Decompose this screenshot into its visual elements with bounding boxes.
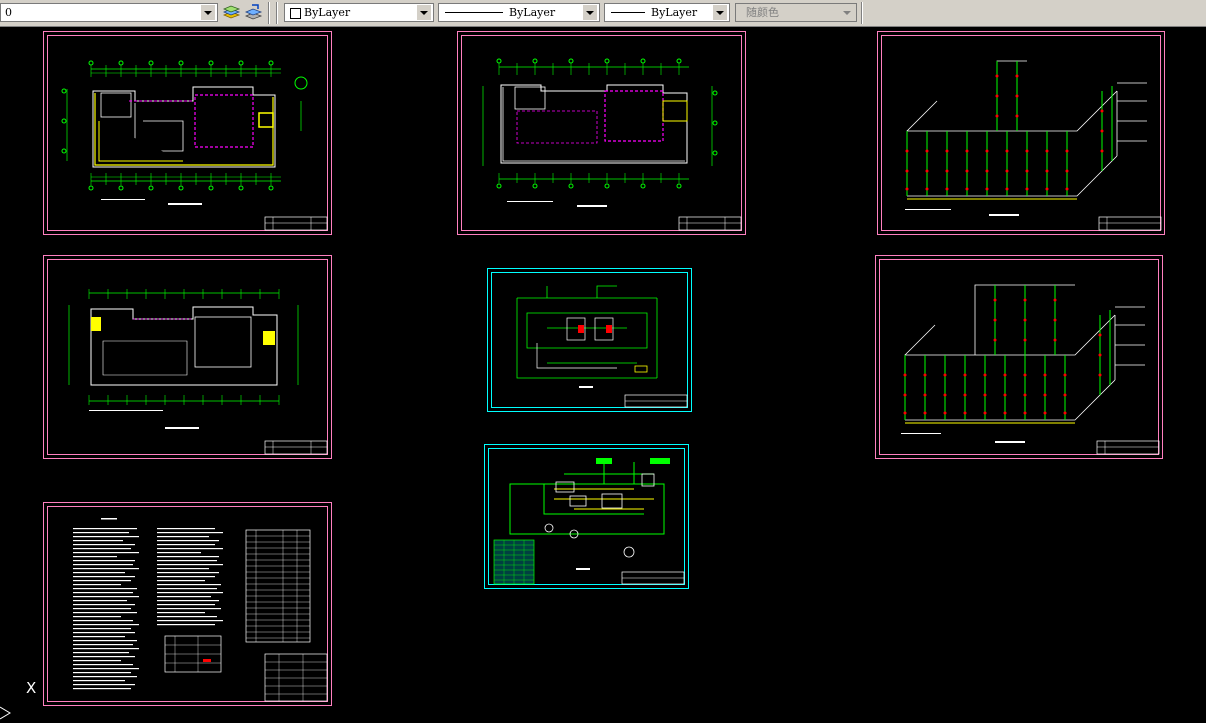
properties-toolbar: 0 ByLayer ByLayer ByLayer 随颜色 xyxy=(0,0,1206,27)
drawing-sheet-isometric-2[interactable] xyxy=(875,255,1163,459)
color-swatch-icon xyxy=(290,8,301,19)
drawing-sheet-schematic-2[interactable] xyxy=(484,444,689,589)
layer-dropdown[interactable]: 0 xyxy=(0,3,218,22)
chevron-down-icon xyxy=(840,5,854,20)
drawing-sheet-floor-plan-2[interactable] xyxy=(457,31,746,235)
layer-manager-icon[interactable] xyxy=(222,3,241,22)
chevron-down-icon[interactable] xyxy=(583,5,597,20)
drawing-sheet-design-notes[interactable] xyxy=(43,502,332,706)
lineweight-preview xyxy=(611,12,645,13)
lineweight-dropdown[interactable]: ByLayer xyxy=(604,3,730,22)
chevron-down-icon[interactable] xyxy=(417,5,431,20)
drawing-canvas[interactable]: X xyxy=(0,27,1206,720)
toolbar-separator xyxy=(268,2,270,24)
linetype-preview xyxy=(445,12,503,13)
layer-dropdown-value: 0 xyxy=(5,6,12,19)
drawing-sheet-schematic-1[interactable] xyxy=(487,268,692,412)
chevron-down-icon[interactable] xyxy=(713,5,727,20)
chevron-down-icon[interactable] xyxy=(201,5,215,20)
plotstyle-dropdown: 随颜色 xyxy=(735,3,857,22)
linetype-dropdown-value: ByLayer xyxy=(509,6,556,19)
layer-previous-icon[interactable] xyxy=(244,3,263,22)
plotstyle-dropdown-value: 随颜色 xyxy=(746,6,779,19)
drawing-sheet-floor-plan-3[interactable] xyxy=(43,255,332,459)
ucs-icon xyxy=(0,706,11,720)
linetype-dropdown[interactable]: ByLayer xyxy=(438,3,600,22)
drawing-sheet-isometric-1[interactable] xyxy=(877,31,1165,235)
color-dropdown[interactable]: ByLayer xyxy=(284,3,434,22)
toolbar-separator xyxy=(861,2,863,24)
lineweight-dropdown-value: ByLayer xyxy=(651,6,698,19)
ucs-x-label: X xyxy=(26,679,37,697)
drawing-sheet-floor-plan-1[interactable] xyxy=(43,31,332,235)
toolbar-separator xyxy=(276,2,278,24)
color-dropdown-value: ByLayer xyxy=(304,6,351,19)
